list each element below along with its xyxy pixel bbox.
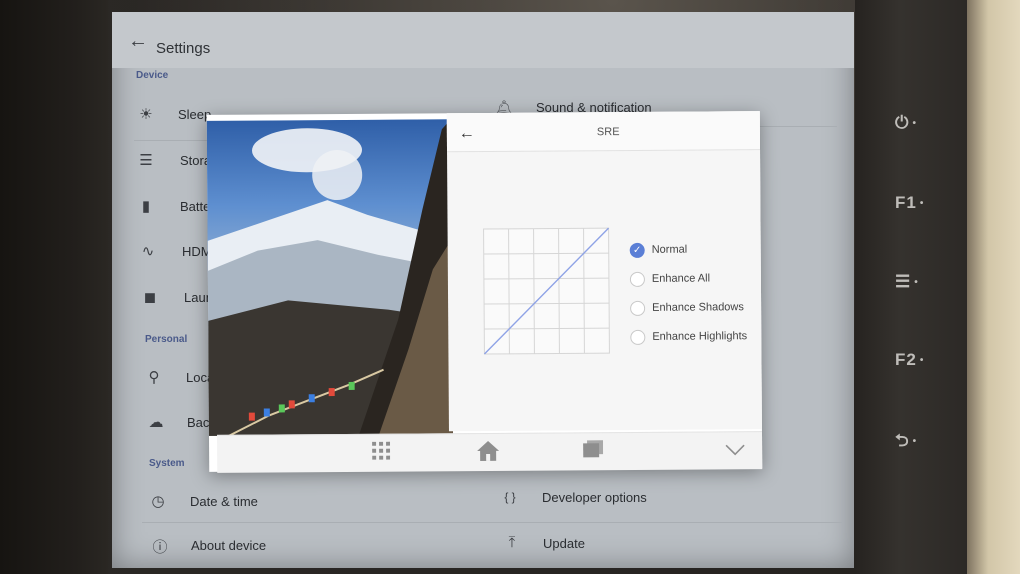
settings-item-date-time[interactable]: Date & time [190,494,258,509]
section-device: Device [136,70,169,81]
braces-icon: { } [504,490,516,504]
power-hw-button[interactable]: ⏻ • [895,113,917,133]
option-label: Normal [651,243,688,256]
battery-icon: ▮ [141,198,151,215]
panel-header: ← SRE [446,111,761,153]
navigation-bar [216,431,763,473]
radio-unchecked-icon[interactable] [629,271,645,287]
preview-photo [206,119,453,436]
settings-item-update[interactable]: Update [543,536,585,551]
app-bar: ← Settings [112,12,854,68]
tone-curve-graph [483,227,610,355]
radio-unchecked-icon[interactable] [630,300,646,316]
hdmi-icon: ∿ [141,243,155,260]
storage-icon: ☰ [139,152,153,169]
f2-hw-button[interactable]: F2 • [895,350,924,370]
clock-icon: ◷ [151,493,165,510]
bezel-left [0,0,108,574]
radio-unchecked-icon[interactable] [630,329,646,345]
menu-hw-button[interactable]: ☰ • [895,272,919,292]
back-hw-button[interactable]: ⮌ • [895,428,917,457]
background-wall [967,0,1020,574]
brightness-icon: ☀ [139,106,153,123]
location-icon: ⚲ [148,369,160,386]
home-icon[interactable] [477,440,500,467]
settings-item-about-device[interactable]: About device [191,538,266,553]
radio-checked-icon[interactable]: ✓ [629,242,645,258]
option-label: Enhance Highlights [652,330,748,343]
panel-title: SRE [596,126,620,139]
recents-icon[interactable] [583,440,604,464]
option-label: Enhance Shadows [652,301,744,314]
section-personal: Personal [145,334,188,345]
chevron-down-icon[interactable] [725,439,745,462]
cloud-upload-icon: ☁ [148,414,164,431]
sre-dialog: ← SRE ✓ Normal Enhance All Enhance Shado… [206,111,763,473]
option-label: Enhance All [651,272,711,285]
f1-hw-button[interactable]: F1 • [895,193,924,213]
info-icon: ⓘ [152,539,168,556]
arrow-left-icon[interactable]: ← [128,30,148,53]
sre-panel: ← SRE ✓ Normal Enhance All Enhance Shado… [446,111,762,432]
arrow-left-icon[interactable]: ← [459,125,475,143]
page-title: Settings [156,40,211,57]
settings-item-battery[interactable]: Batte [180,199,210,214]
section-system: System [149,458,185,469]
upload-icon: ⤒ [508,534,516,551]
apps-grid-icon[interactable] [372,441,391,466]
launcher-icon: ◼ [143,289,157,306]
settings-item-developer-options[interactable]: Developer options [542,490,647,505]
divider [142,522,842,523]
